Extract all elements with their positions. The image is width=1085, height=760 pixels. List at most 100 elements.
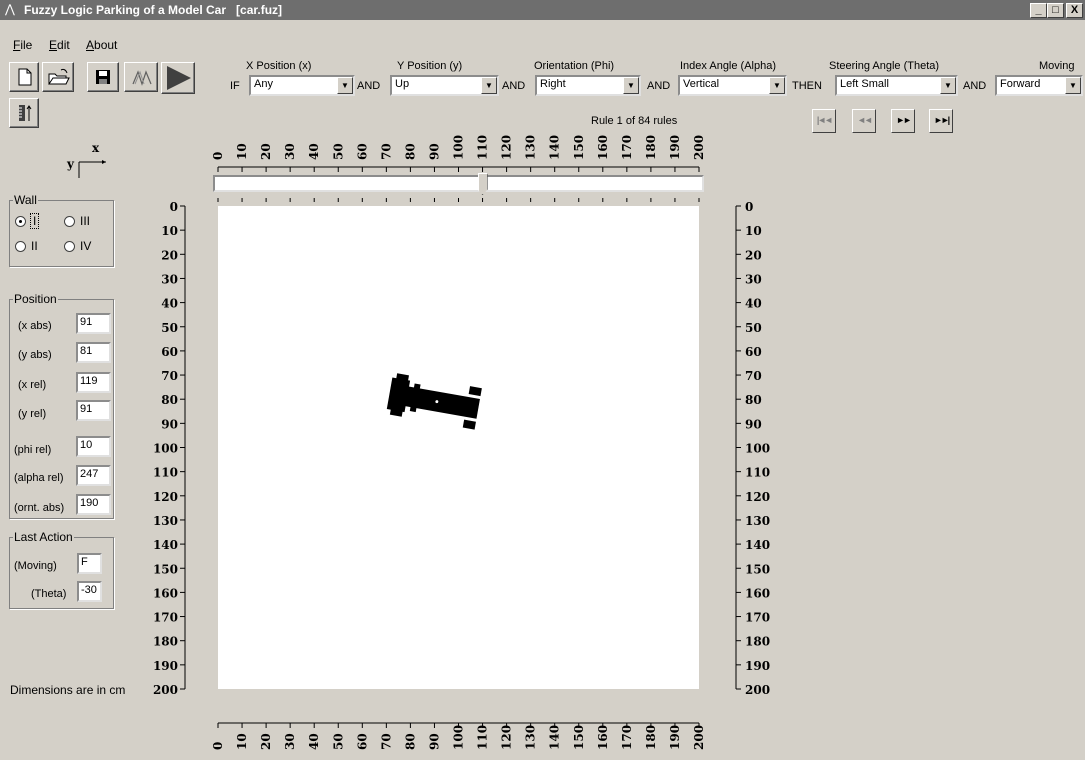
chevron-down-icon[interactable]: ▼ [337, 77, 353, 94]
scale-tick-label: 40 [161, 297, 178, 311]
x-axis-label: x [92, 141, 100, 155]
scale-tick-label: 40 [745, 297, 762, 311]
first-rule-button[interactable]: |◄◄ [812, 109, 836, 133]
scale-tick-label: 180 [644, 135, 658, 160]
scale-tick-label: 170 [620, 725, 634, 750]
orientation-header: Orientation (Phi) [534, 60, 615, 72]
y-position-select[interactable]: Up ▼ [390, 75, 499, 96]
position-label: Position [13, 292, 58, 306]
wall-radio-iii[interactable] [64, 216, 75, 227]
then-keyword: THEN [792, 80, 822, 92]
scale-tick-label: 180 [745, 635, 770, 649]
y-abs-label: (y abs) [18, 349, 52, 361]
x-position-header: X Position (x) [246, 60, 312, 72]
scale-tick-label: 80 [403, 143, 417, 160]
previous-rule-button[interactable]: ◄◄ [852, 109, 876, 133]
scale-tick-label: 0 [211, 152, 225, 160]
chevron-down-icon[interactable]: ▼ [481, 77, 497, 94]
menu-edit[interactable]: Edit [49, 38, 70, 52]
phi-rel-field[interactable]: 10 [76, 436, 111, 457]
chevron-down-icon[interactable]: ▼ [769, 77, 785, 94]
orientation-select[interactable]: Right ▼ [535, 75, 641, 96]
y-axis-label: y [66, 157, 75, 171]
scale-tick-label: 170 [745, 611, 770, 625]
scale-tick-label: 130 [524, 135, 538, 160]
maximize-button[interactable]: □ [1047, 3, 1064, 18]
moving-select[interactable]: Forward ▼ [995, 75, 1083, 96]
scale-tick-label: 160 [153, 586, 178, 600]
chevron-down-icon[interactable]: ▼ [940, 77, 956, 94]
x-abs-field[interactable]: 91 [76, 313, 111, 334]
alpha-rel-field[interactable]: 247 [76, 465, 111, 486]
moving-label: (Moving) [14, 560, 57, 572]
new-file-button[interactable] [9, 62, 39, 92]
wall-radio-ii[interactable] [15, 241, 26, 252]
scale-tick-label: 0 [745, 200, 753, 214]
steering-angle-select[interactable]: Left Small ▼ [835, 75, 958, 96]
menu-file[interactable]: File [13, 38, 32, 52]
scale-tick-label: 20 [259, 143, 273, 160]
scale-tick-label: 150 [572, 135, 586, 160]
app-icon: ⋀ [5, 2, 15, 16]
moving-field[interactable]: F [77, 553, 102, 574]
last-rule-icon: ►►| [933, 115, 950, 125]
scale-tick-label: 0 [211, 742, 225, 750]
y-abs-field[interactable]: 81 [76, 342, 111, 363]
save-button[interactable] [87, 62, 119, 92]
if-keyword: IF [230, 80, 240, 92]
x-position-select[interactable]: Any ▼ [249, 75, 355, 96]
scale-tick-label: 30 [283, 733, 297, 750]
y-rel-field[interactable]: 91 [76, 400, 111, 421]
theta-field[interactable]: -30 [77, 581, 102, 602]
wall-label-i: I [29, 213, 40, 229]
dimensions-note: Dimensions are in cm [10, 683, 126, 697]
scale-tick-label: 90 [427, 143, 441, 160]
scale-tick-label: 140 [153, 538, 178, 552]
chevron-down-icon[interactable]: ▼ [1065, 77, 1081, 94]
scale-tick-label: 160 [745, 586, 770, 600]
scale-tick-label: 10 [161, 224, 178, 238]
position-group: Position (x abs) 91 (y abs) 81 (x rel) 1… [9, 292, 114, 519]
scale-tick-label: 110 [476, 725, 490, 750]
scale-tick-label: 160 [596, 725, 610, 750]
scale-tick-label: 60 [161, 345, 178, 359]
chevron-down-icon[interactable]: ▼ [623, 77, 639, 94]
scale-tick-label: 80 [403, 733, 417, 750]
ornt-abs-field[interactable]: 190 [76, 494, 111, 515]
menu-about[interactable]: About [86, 38, 117, 52]
scale-tick-label: 20 [161, 248, 178, 262]
wall-label-ii: II [31, 239, 38, 253]
x-rel-field[interactable]: 119 [76, 372, 111, 393]
alpha-rel-label: (alpha rel) [14, 472, 64, 484]
index-angle-select[interactable]: Vertical ▼ [678, 75, 787, 96]
last-action-label: Last Action [13, 530, 74, 544]
minimize-button[interactable]: _ [1030, 3, 1047, 18]
wall-radio-i[interactable] [15, 216, 26, 227]
position-slider-track[interactable] [213, 175, 704, 192]
scale-tick-label: 200 [692, 135, 706, 160]
membership-functions-button[interactable] [124, 62, 158, 92]
scale-tick-label: 120 [153, 490, 178, 504]
steering-angle-value: Left Small [840, 78, 889, 90]
scale-tick-label: 10 [235, 733, 249, 750]
scale-tick-label: 140 [745, 538, 770, 552]
wall-radio-iv[interactable] [64, 241, 75, 252]
ruler-adjust-button[interactable] [9, 98, 39, 128]
scale-tick-label: 200 [153, 683, 178, 697]
scale-tick-label: 30 [161, 272, 178, 286]
scale-tick-label: 50 [745, 321, 762, 335]
open-button[interactable] [42, 62, 74, 92]
y-rel-label: (y rel) [18, 408, 47, 420]
scale-tick-label: 200 [692, 725, 706, 750]
run-button[interactable] [161, 62, 195, 94]
index-angle-header: Index Angle (Alpha) [680, 60, 777, 72]
scale-tick-label: 170 [153, 611, 178, 625]
scale-tick-label: 200 [745, 683, 770, 697]
scale-tick-label: 120 [745, 490, 770, 504]
scale-tick-label: 180 [644, 725, 658, 750]
last-rule-button[interactable]: ►►| [929, 109, 953, 133]
close-button[interactable]: X [1066, 3, 1083, 18]
scale-tick-label: 110 [476, 135, 490, 160]
index-angle-value: Vertical [683, 78, 720, 90]
next-rule-button[interactable]: ►► [891, 109, 915, 133]
